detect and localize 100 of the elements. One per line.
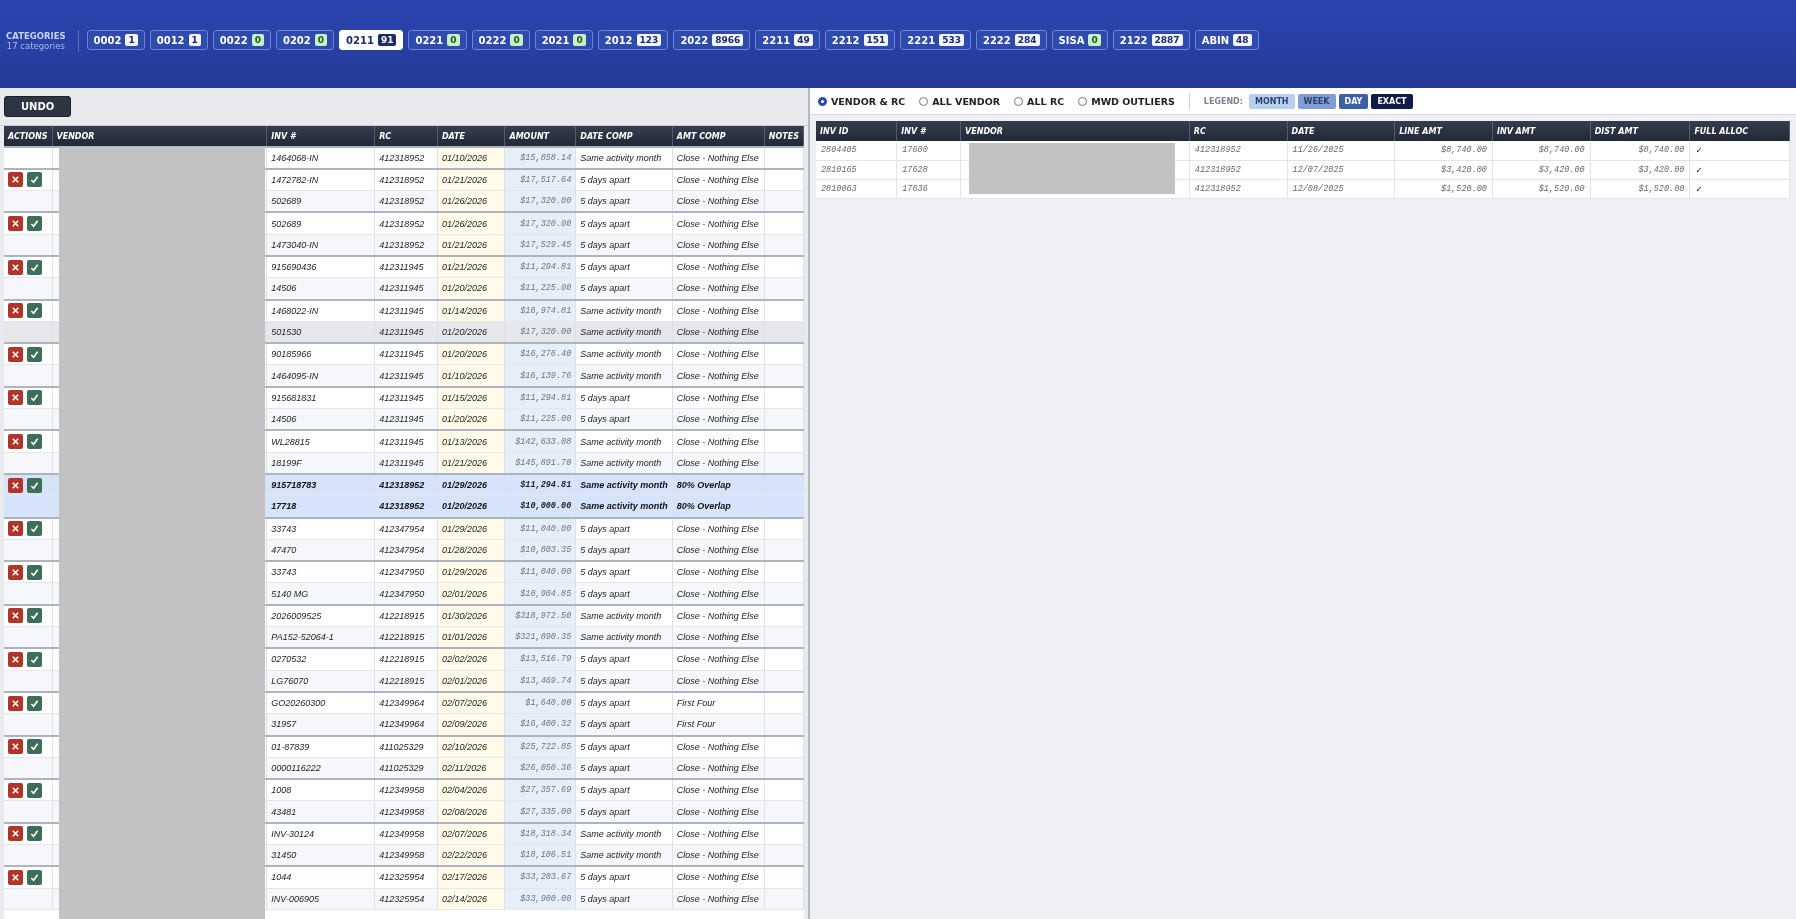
check-icon [30,262,39,272]
column-header: INV # [896,121,961,141]
reject-button[interactable] [8,259,23,275]
categories-count: 17 categories [6,41,65,51]
close-icon [11,524,20,534]
category-tab[interactable]: 0012 1 [149,30,208,50]
radio-button[interactable] [818,96,827,106]
count-badge: 0 [510,34,523,46]
check-icon [30,698,39,708]
table-cell: $27,357.69 [504,779,576,801]
table-cell: 412349958 [374,822,438,845]
category-tab[interactable]: 2022 8966 [673,30,751,50]
table-cell: GO20260300 [266,691,375,714]
count-badge: 2887 [1151,34,1183,46]
table-cell: 01/14/2026 [437,299,505,322]
table-cell: Close - Nothing Else [672,648,765,671]
reject-button[interactable] [8,434,23,449]
check-icon [30,393,39,403]
table-cell: WL28815 [266,430,375,453]
category-tab[interactable]: 2211 49 [755,30,820,50]
reject-button[interactable] [8,390,23,406]
table-cell: 17636 [896,179,961,198]
accept-button[interactable] [27,477,42,493]
table-cell: $17,517.64 [504,168,576,191]
table-cell: 411025329 [374,735,438,758]
accept-button[interactable] [27,172,42,188]
category-tab[interactable]: 2021 0 [534,30,593,50]
category-tab[interactable]: ABIN 48 [1194,30,1259,50]
count-badge: 48 [1233,34,1252,46]
reject-button[interactable] [8,172,23,188]
accept-button[interactable] [27,695,42,711]
reject-button[interactable] [8,564,23,580]
category-tab[interactable]: 2012 123 [597,30,669,50]
radio-button[interactable] [1014,96,1024,106]
accept-button[interactable] [27,564,42,580]
reject-button[interactable] [8,826,23,842]
undo-button[interactable]: UNDO [4,96,72,117]
table-cell: 2804405 [816,141,897,160]
accept-button[interactable] [27,739,42,755]
accept-button[interactable] [27,303,42,319]
table-cell: $318,972.50 [504,604,576,627]
column-header: VENDOR [960,121,1190,141]
reject-button[interactable] [8,869,23,885]
view-option[interactable]: MWD OUTLIERS [1078,95,1175,107]
accept-button[interactable] [27,608,42,624]
close-icon [11,698,20,708]
reject-button[interactable] [8,303,23,319]
category-tab[interactable]: 2122 2887 [1112,30,1190,50]
view-option[interactable]: ALL RC [1014,95,1065,107]
table-cell: $11,040.00 [504,517,576,540]
accept-button[interactable] [27,216,42,232]
table-cell: 01/29/2026 [437,473,505,496]
accept-button[interactable] [27,390,42,406]
table-cell: 01/30/2026 [437,604,505,627]
reject-button[interactable] [8,782,23,798]
accept-button[interactable] [27,434,42,449]
category-tab[interactable]: 0002 1 [86,30,145,50]
reject-button[interactable] [8,346,23,362]
category-tab[interactable]: 0221 0 [408,30,467,50]
table-cell: Close - Nothing Else [672,735,765,758]
table-cell: 412349964 [374,691,438,714]
table-cell: 02/10/2026 [437,735,505,758]
reject-button[interactable] [8,477,23,493]
accept-button[interactable] [27,651,42,667]
category-tab[interactable]: SISA 0 [1051,30,1108,50]
check-icon [30,306,39,316]
accept-button[interactable] [27,782,42,798]
table-cell: 17628 [896,160,961,179]
category-tab[interactable]: 2212 151 [824,30,896,50]
reject-button[interactable] [8,521,23,537]
table-cell: 412347954 [374,517,438,540]
view-option[interactable]: VENDOR & RC [818,95,906,107]
category-tab[interactable]: 0211 91 [339,30,404,50]
table-cell: 915690436 [266,256,375,278]
close-icon [11,262,20,272]
table-cell: 02/02/2026 [437,648,505,671]
category-tab[interactable]: 2221 533 [900,30,971,50]
radio-button[interactable] [919,96,929,106]
reject-button[interactable] [8,651,23,667]
table-cell: $1,520.00 [1492,179,1591,198]
table-cell: 412318952 [374,473,438,496]
category-tab[interactable]: 0202 0 [275,30,335,50]
check-icon [30,480,39,490]
radio-button[interactable] [1078,96,1088,106]
table-cell: $17,320.00 [504,212,576,235]
reject-button[interactable] [8,216,23,232]
reject-button[interactable] [8,739,23,755]
accept-button[interactable] [27,521,42,537]
accept-button[interactable] [27,346,42,362]
category-tab[interactable]: 2222 284 [975,30,1047,50]
accept-button[interactable] [27,826,42,842]
count-badge: 0 [314,34,328,46]
category-tab[interactable]: 0222 0 [471,30,530,50]
category-tab[interactable]: 0022 0 [212,30,271,50]
view-option[interactable]: ALL VENDOR [919,95,1001,107]
accept-button[interactable] [27,259,42,275]
reject-button[interactable] [8,695,23,711]
accept-button[interactable] [27,869,42,885]
reject-button[interactable] [8,608,23,624]
check-icon [30,829,39,839]
